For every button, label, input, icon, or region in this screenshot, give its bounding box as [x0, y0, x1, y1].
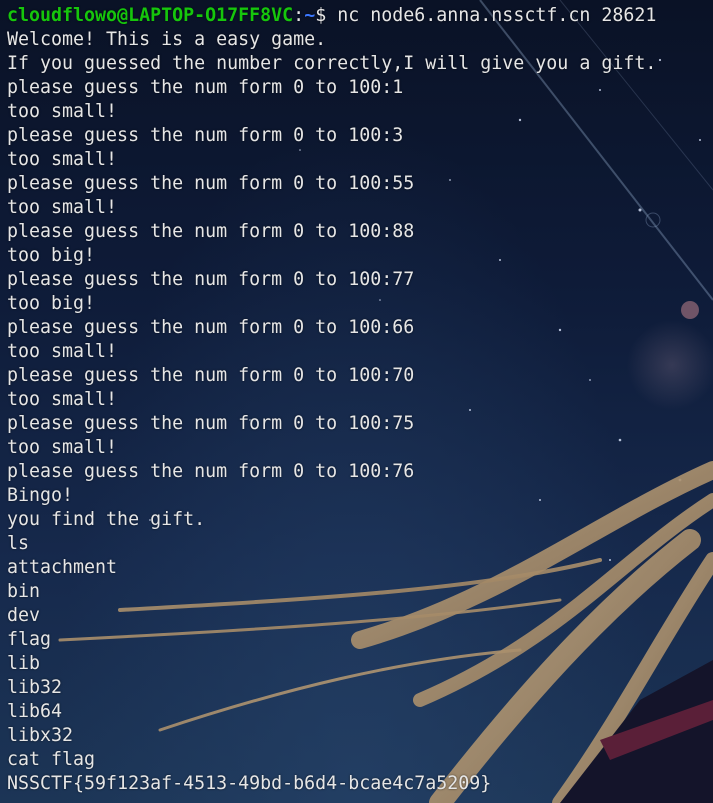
output-line: libx32	[7, 725, 74, 746]
output-line: bin	[7, 581, 41, 602]
output-line: please guess the num form 0 to 100:1	[7, 77, 404, 98]
output-line: lib64	[7, 701, 63, 722]
output-line: too big!	[7, 293, 96, 314]
output-line: too small!	[7, 389, 118, 410]
output-line: too big!	[7, 245, 96, 266]
terminal-output[interactable]: cloudflowo@LAPTOP-O17FF8VC:~$ nc node6.a…	[0, 0, 713, 803]
prompt-path: ~	[304, 5, 316, 26]
output-line: cat flag	[7, 749, 96, 770]
output-line: please guess the num form 0 to 100:88	[7, 221, 415, 242]
output-line: please guess the num form 0 to 100:76	[7, 461, 415, 482]
output-line: please guess the num form 0 to 100:66	[7, 317, 415, 338]
command-text: nc node6.anna.nssctf.cn 28621	[337, 5, 657, 26]
output-line: please guess the num form 0 to 100:70	[7, 365, 415, 386]
output-line: please guess the num form 0 to 100:75	[7, 413, 415, 434]
output-line: too small!	[7, 437, 118, 458]
prompt-separator: :	[293, 5, 305, 26]
output-line: please guess the num form 0 to 100:3	[7, 125, 404, 146]
prompt-symbol: $	[315, 5, 338, 26]
output-line: attachment	[7, 557, 118, 578]
output-line: please guess the num form 0 to 100:77	[7, 269, 415, 290]
output-line: please guess the num form 0 to 100:55	[7, 173, 415, 194]
output-line: Welcome! This is a easy game.	[7, 29, 327, 50]
prompt-user-host: cloudflowo@LAPTOP-O17FF8VC	[7, 5, 294, 26]
output-line: Bingo!	[7, 485, 74, 506]
output-line: you find the gift.	[7, 509, 206, 530]
output-line: lib	[7, 653, 41, 674]
output-line: lib32	[7, 677, 63, 698]
output-line: too small!	[7, 149, 118, 170]
output-line: too small!	[7, 341, 118, 362]
output-line: If you guessed the number correctly,I wi…	[7, 53, 657, 74]
output-line: ls	[7, 533, 30, 554]
output-line: too small!	[7, 197, 118, 218]
prompt-line: cloudflowo@LAPTOP-O17FF8VC:~$ nc node6.a…	[7, 4, 713, 28]
output-line: dev	[7, 605, 41, 626]
flag-output-line: NSSCTF{59f123af-4513-49bd-b6d4-bcae4c7a5…	[7, 773, 492, 794]
output-line: too small!	[7, 101, 118, 122]
output-line: flag	[7, 629, 52, 650]
